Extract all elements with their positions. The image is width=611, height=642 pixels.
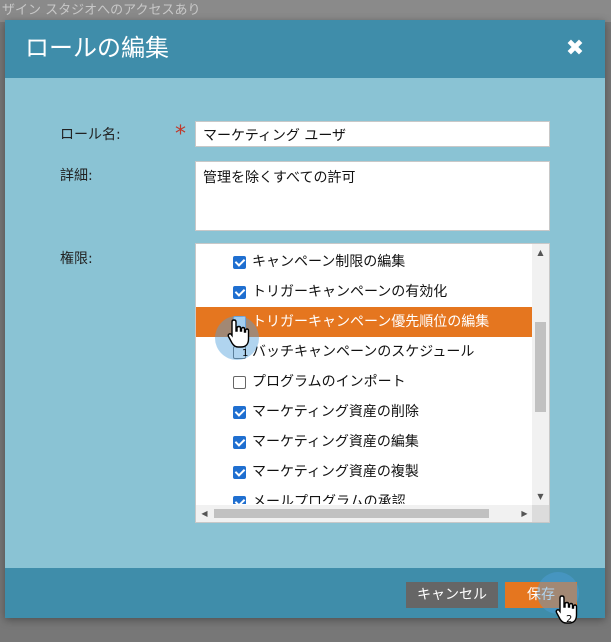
permission-item[interactable]: マーケティング資産の編集 (196, 427, 533, 457)
permission-checkbox[interactable] (233, 256, 246, 269)
vertical-scrollbar[interactable]: ▲ ▼ (532, 244, 549, 505)
horizontal-scroll-thumb[interactable] (214, 509, 489, 518)
permission-label: メールプログラムの承認 (252, 494, 406, 504)
step-badge-2: 2 (566, 614, 573, 625)
scroll-down-icon[interactable]: ▼ (532, 488, 549, 505)
dialog-header: ロールの編集 ✖ (5, 20, 605, 78)
permission-item[interactable]: プログラムのインポート (196, 367, 533, 397)
permission-item[interactable]: キャンペーン制限の編集 (196, 247, 533, 277)
permission-label: マーケティング資産の削除 (252, 404, 419, 420)
permission-checkbox[interactable] (233, 436, 246, 449)
horizontal-scrollbar[interactable]: ◀ ▶ (196, 505, 533, 522)
permission-label: マーケティング資産の複製 (252, 464, 419, 480)
permission-item[interactable]: トリガーキャンペーンの有効化 (196, 277, 533, 307)
scroll-up-icon[interactable]: ▲ (532, 244, 549, 261)
details-label: 詳細: (60, 168, 93, 184)
permission-checkbox[interactable] (233, 466, 246, 479)
permission-checkbox[interactable] (233, 286, 246, 299)
permission-label: トリガーキャンペーンの有効化 (252, 284, 448, 300)
required-mark: * (175, 122, 186, 147)
dialog-title: ロールの編集 (25, 34, 169, 62)
cancel-button[interactable]: キャンセル (406, 582, 498, 608)
permissions-label: 権限: (60, 251, 93, 267)
role-name-input[interactable]: マーケティング ユーザ (195, 121, 550, 147)
permission-label: トリガーキャンペーン優先順位の編集 (252, 314, 490, 330)
permission-item[interactable]: マーケティング資産の削除 (196, 397, 533, 427)
permission-checkbox[interactable] (233, 406, 246, 419)
scroll-left-icon[interactable]: ◀ (196, 505, 213, 522)
permission-label: キャンペーン制限の編集 (252, 254, 406, 270)
permission-label: マーケティング資産の編集 (252, 434, 419, 450)
details-textarea[interactable]: 管理を除くすべての許可 (195, 161, 550, 231)
permissions-list-box[interactable]: キャンペーン制限の編集トリガーキャンペーンの有効化トリガーキャンペーン優先順位の… (195, 243, 550, 523)
scrollbar-corner (532, 505, 549, 522)
close-icon[interactable]: ✖ (563, 37, 587, 61)
permission-checkbox[interactable] (233, 376, 246, 389)
permission-label: バッチキャンペーンのスケジュール (252, 344, 475, 360)
permission-checkbox[interactable] (233, 496, 246, 504)
permission-item[interactable]: マーケティング資産の複製 (196, 457, 533, 487)
scroll-right-icon[interactable]: ▶ (516, 505, 533, 522)
permission-label: プログラムのインポート (252, 374, 406, 390)
step-badge-1: 1 (242, 348, 249, 359)
vertical-scroll-thumb[interactable] (535, 322, 546, 412)
edit-role-dialog: ロールの編集 ✖ ロール名: * マーケティング ユーザ 詳細: 管理を除くすべ… (5, 20, 605, 618)
permission-item[interactable]: メールプログラムの承認 (196, 487, 533, 504)
background-page-text: ザイン スタジオへのアクセスあり (0, 0, 611, 22)
permissions-list: キャンペーン制限の編集トリガーキャンペーンの有効化トリガーキャンペーン優先順位の… (196, 244, 533, 504)
hand-cursor-icon (227, 319, 250, 348)
role-name-label: ロール名: (60, 127, 121, 143)
